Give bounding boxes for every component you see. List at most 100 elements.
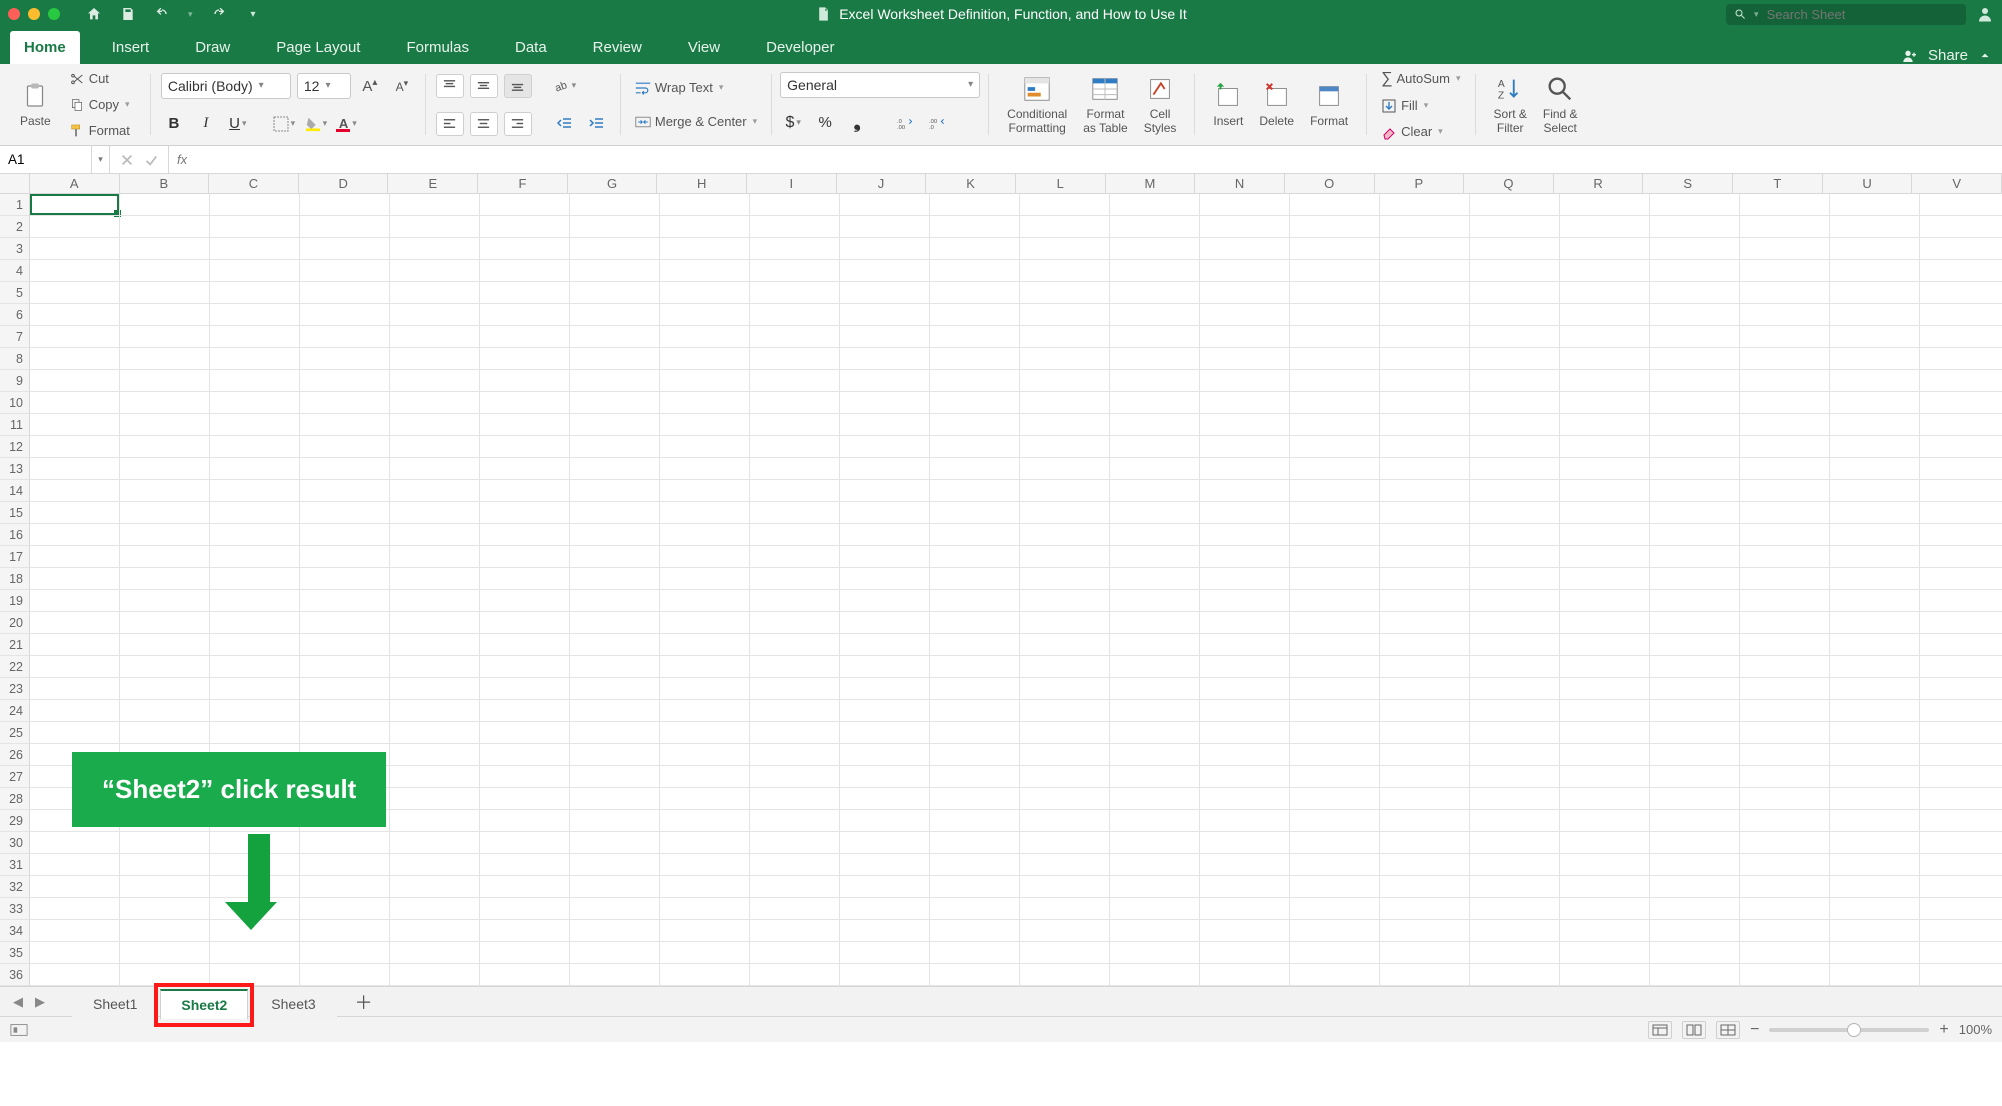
col-header-M[interactable]: M xyxy=(1106,174,1196,193)
increase-decimal-button[interactable]: .0.00 xyxy=(892,110,918,136)
row-header-10[interactable]: 10 xyxy=(0,392,29,414)
col-header-I[interactable]: I xyxy=(747,174,837,193)
find-select-button[interactable]: Find &Select xyxy=(1535,68,1586,141)
zoom-out-button[interactable]: − xyxy=(1750,1021,1759,1039)
increase-indent-button[interactable] xyxy=(584,111,610,137)
col-header-J[interactable]: J xyxy=(837,174,927,193)
format-cell-button[interactable]: Format xyxy=(1302,68,1356,141)
customize-qat-caret[interactable]: ▾ xyxy=(251,9,256,20)
collapse-ribbon-icon[interactable] xyxy=(1978,49,1992,63)
col-header-B[interactable]: B xyxy=(120,174,210,193)
select-all-corner[interactable] xyxy=(0,174,30,193)
row-header-3[interactable]: 3 xyxy=(0,238,29,260)
cancel-fx-icon[interactable] xyxy=(120,153,134,167)
align-center-button[interactable] xyxy=(470,112,498,136)
macro-record-icon[interactable] xyxy=(10,1023,28,1037)
sort-filter-button[interactable]: AZSort &Filter xyxy=(1486,68,1535,141)
col-header-V[interactable]: V xyxy=(1912,174,2002,193)
align-top-button[interactable] xyxy=(436,74,464,98)
row-header-34[interactable]: 34 xyxy=(0,920,29,942)
close-window-icon[interactable] xyxy=(8,8,20,20)
col-header-U[interactable]: U xyxy=(1823,174,1913,193)
row-header-32[interactable]: 32 xyxy=(0,876,29,898)
row-header-17[interactable]: 17 xyxy=(0,546,29,568)
decrease-decimal-button[interactable]: .00.0 xyxy=(924,110,950,136)
col-header-N[interactable]: N xyxy=(1195,174,1285,193)
insert-cell-button[interactable]: Insert xyxy=(1205,68,1251,141)
row-header-11[interactable]: 11 xyxy=(0,414,29,436)
row-header-13[interactable]: 13 xyxy=(0,458,29,480)
sheet-tab-1[interactable]: Sheet1 xyxy=(72,989,158,1018)
tab-developer[interactable]: Developer xyxy=(752,31,848,64)
row-header-35[interactable]: 35 xyxy=(0,942,29,964)
col-header-K[interactable]: K xyxy=(926,174,1016,193)
col-header-C[interactable]: C xyxy=(209,174,299,193)
conditional-formatting-button[interactable]: ConditionalFormatting xyxy=(999,68,1075,141)
col-header-S[interactable]: S xyxy=(1643,174,1733,193)
autosum-button[interactable]: ∑AutoSum▾ xyxy=(1375,67,1466,91)
row-header-16[interactable]: 16 xyxy=(0,524,29,546)
sheet-nav-next[interactable]: ▶ xyxy=(30,992,50,1012)
row-header-28[interactable]: 28 xyxy=(0,788,29,810)
save-icon[interactable] xyxy=(120,6,136,22)
row-header-2[interactable]: 2 xyxy=(0,216,29,238)
tab-home[interactable]: Home xyxy=(10,31,80,64)
row-header-6[interactable]: 6 xyxy=(0,304,29,326)
paste-button[interactable]: Paste xyxy=(12,75,59,134)
col-header-R[interactable]: R xyxy=(1554,174,1644,193)
confirm-fx-icon[interactable] xyxy=(144,153,158,167)
row-header-22[interactable]: 22 xyxy=(0,656,29,678)
format-as-table-button[interactable]: Formatas Table xyxy=(1075,68,1135,141)
zoom-slider[interactable] xyxy=(1769,1028,1929,1032)
decrease-indent-button[interactable] xyxy=(552,111,578,137)
row-header-33[interactable]: 33 xyxy=(0,898,29,920)
view-normal-button[interactable] xyxy=(1648,1021,1672,1039)
number-format-select[interactable]: General▾ xyxy=(780,72,980,98)
name-box-input[interactable] xyxy=(0,152,91,167)
cell-styles-button[interactable]: CellStyles xyxy=(1136,68,1185,141)
row-header-18[interactable]: 18 xyxy=(0,568,29,590)
row-header-5[interactable]: 5 xyxy=(0,282,29,304)
row-header-29[interactable]: 29 xyxy=(0,810,29,832)
font-name-select[interactable]: Calibri (Body)▾ xyxy=(161,73,291,99)
cut-button[interactable]: Cut xyxy=(63,68,136,90)
row-header-26[interactable]: 26 xyxy=(0,744,29,766)
row-header-1[interactable]: 1 xyxy=(0,194,29,216)
tab-view[interactable]: View xyxy=(674,31,734,64)
col-header-E[interactable]: E xyxy=(388,174,478,193)
comma-format-button[interactable]: ❟ xyxy=(844,110,870,136)
orientation-button[interactable]: ab▾ xyxy=(552,73,578,99)
name-box[interactable] xyxy=(0,146,92,173)
tab-data[interactable]: Data xyxy=(501,31,561,64)
wrap-text-button[interactable]: Wrap Text▾ xyxy=(629,77,763,99)
view-page-layout-button[interactable] xyxy=(1682,1021,1706,1039)
align-middle-button[interactable] xyxy=(470,74,498,98)
row-header-20[interactable]: 20 xyxy=(0,612,29,634)
underline-button[interactable]: U▾ xyxy=(225,111,251,137)
align-left-button[interactable] xyxy=(436,112,464,136)
font-size-select[interactable]: 12▾ xyxy=(297,73,351,99)
col-header-Q[interactable]: Q xyxy=(1464,174,1554,193)
fullscreen-window-icon[interactable] xyxy=(48,8,60,20)
row-header-8[interactable]: 8 xyxy=(0,348,29,370)
borders-button[interactable]: ▾ xyxy=(271,111,297,137)
share-button[interactable]: Share xyxy=(1928,47,1968,64)
col-header-O[interactable]: O xyxy=(1285,174,1375,193)
col-header-A[interactable]: A xyxy=(30,174,120,193)
align-right-button[interactable] xyxy=(504,112,532,136)
row-header-15[interactable]: 15 xyxy=(0,502,29,524)
search-sheet-box[interactable]: ▾ xyxy=(1726,4,1966,25)
row-header-19[interactable]: 19 xyxy=(0,590,29,612)
decrease-font-button[interactable]: A▾ xyxy=(389,73,415,99)
increase-font-button[interactable]: A▴ xyxy=(357,73,383,99)
undo-icon[interactable] xyxy=(154,6,170,22)
row-header-24[interactable]: 24 xyxy=(0,700,29,722)
col-header-G[interactable]: G xyxy=(568,174,658,193)
col-header-L[interactable]: L xyxy=(1016,174,1106,193)
add-sheet-button[interactable]: ＋ xyxy=(355,989,373,1015)
search-sheet-input[interactable] xyxy=(1765,6,1958,23)
sheet-tab-3[interactable]: Sheet3 xyxy=(250,989,336,1018)
clear-button[interactable]: Clear▾ xyxy=(1375,121,1466,143)
redo-icon[interactable] xyxy=(211,6,227,22)
tab-page-layout[interactable]: Page Layout xyxy=(262,31,374,64)
